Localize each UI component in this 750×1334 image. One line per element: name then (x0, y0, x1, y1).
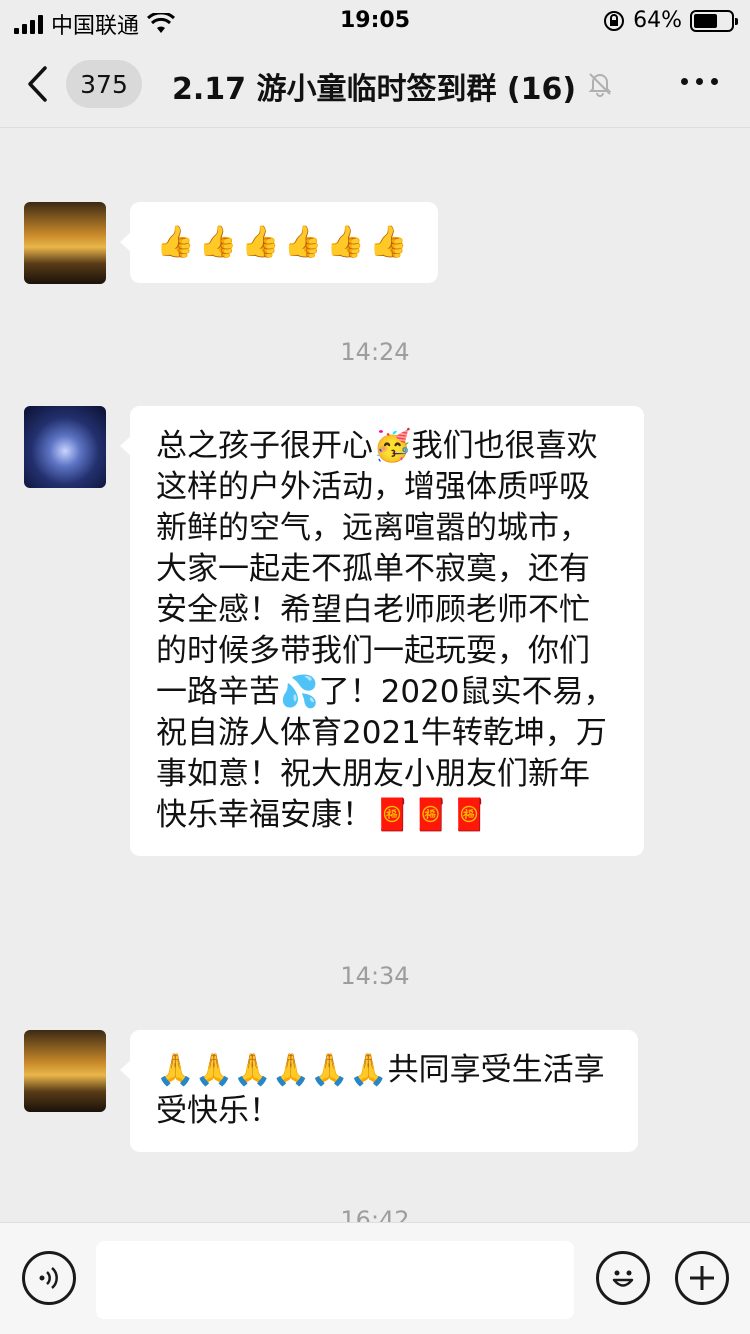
smiley-icon (612, 1270, 634, 1287)
timestamp: 16:42 (340, 1206, 410, 1222)
chevron-left-icon (28, 66, 47, 102)
message-bubble[interactable]: 🙏🙏🙏🙏🙏🙏共同享受生活享受快乐！ (120, 1030, 638, 1152)
emoji-button[interactable] (596, 1251, 650, 1305)
voice-button[interactable] (22, 1251, 76, 1305)
plus-icon (690, 1266, 714, 1290)
timestamp: 14:34 (340, 962, 410, 990)
status-bar: 中国联通 19:05 64% (0, 0, 750, 40)
message-bubble[interactable]: 总之孩子很开心🥳我们也很喜欢这样的户外活动，增强体质呼吸新鲜的空气，远离喧嚣的城… (120, 406, 644, 856)
more-options-button[interactable] (681, 78, 718, 85)
more-functions-button[interactable] (675, 1251, 729, 1305)
battery-icon (690, 9, 738, 32)
back-button[interactable] (26, 64, 56, 104)
message-input[interactable] (96, 1241, 574, 1319)
chat-title: 2.17 游小童临时签到群 (16) (172, 72, 577, 107)
voice-wave-icon (39, 1267, 58, 1289)
timestamp: 14:24 (340, 338, 410, 366)
avatar[interactable] (24, 202, 106, 284)
rotation-lock-icon (604, 10, 625, 31)
input-bar (0, 1222, 750, 1334)
avatar[interactable] (24, 1030, 106, 1112)
chat-header: 375 2.17 游小童临时签到群 (16) (0, 40, 750, 128)
message-list[interactable]: 🎊 👍👍👍👍👍👍 14:24 总之孩子很开心🥳我们也很喜欢这样的户外活动，增强体… (0, 128, 750, 1222)
status-right: 64% (603, 8, 738, 33)
mute-bell-icon (588, 73, 612, 97)
battery-percent: 64% (633, 8, 682, 33)
avatar[interactable] (24, 406, 106, 488)
unread-count-badge[interactable]: 375 (66, 60, 142, 108)
message-bubble[interactable]: 👍👍👍👍👍👍 (120, 202, 438, 283)
